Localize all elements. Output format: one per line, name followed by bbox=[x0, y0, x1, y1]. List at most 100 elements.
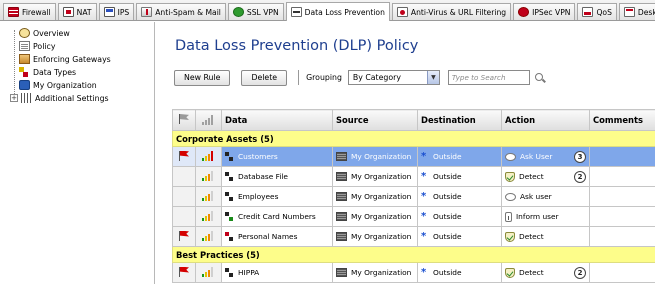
destination-cell[interactable]: * Outside bbox=[417, 206, 502, 227]
action-cell[interactable]: Detect bbox=[501, 226, 590, 247]
table-row[interactable]: Personal Names My Organization * Outside Det… bbox=[172, 226, 655, 247]
toolbar-divider bbox=[298, 70, 300, 85]
count-badge[interactable]: 2 bbox=[574, 266, 586, 279]
action-cell[interactable]: Detect 2 bbox=[501, 166, 590, 187]
destination-cell[interactable]: * Outside bbox=[417, 262, 502, 283]
delete-button[interactable]: Delete bbox=[241, 69, 288, 86]
column-header-data[interactable]: Data bbox=[221, 109, 333, 131]
count-badge[interactable]: 3 bbox=[574, 150, 586, 163]
destination-label: Outside bbox=[433, 172, 462, 181]
group-row[interactable]: Best Practices (5) bbox=[172, 246, 655, 263]
organization-icon bbox=[336, 192, 347, 201]
table-row[interactable]: HIPPA My Organization * Outside Detect 2 bbox=[172, 262, 655, 283]
flag-cell[interactable] bbox=[172, 166, 196, 187]
expand-icon[interactable]: + bbox=[10, 94, 18, 102]
destination-cell[interactable]: * Outside bbox=[417, 166, 502, 187]
action-cell-content: Detect bbox=[505, 231, 586, 242]
comments-cell[interactable] bbox=[589, 166, 655, 187]
group-row[interactable]: Corporate Assets (5) bbox=[172, 130, 655, 147]
data-cell[interactable]: Employees bbox=[221, 186, 333, 207]
source-cell[interactable]: My Organization bbox=[332, 166, 418, 187]
destination-cell[interactable]: * Outside bbox=[417, 146, 502, 167]
flag-cell[interactable] bbox=[172, 206, 196, 227]
source-cell[interactable]: My Organization bbox=[332, 226, 418, 247]
tab-anti-virus[interactable]: Anti-Virus & URL Filtering bbox=[391, 3, 512, 20]
severity-icon bbox=[202, 266, 215, 277]
comments-cell[interactable] bbox=[589, 146, 655, 167]
group-header[interactable]: Best Practices (5) bbox=[172, 246, 655, 263]
flag-column-header[interactable] bbox=[172, 109, 196, 131]
sidebar: Overview Policy Enforcing Gateways Data … bbox=[0, 22, 155, 284]
source-cell[interactable]: My Organization bbox=[332, 186, 418, 207]
source-cell[interactable]: My Organization bbox=[332, 262, 418, 283]
tab-anti-spam[interactable]: Anti-Spam & Mail bbox=[136, 3, 226, 20]
sidebar-item-overview[interactable]: Overview bbox=[19, 27, 70, 39]
search-input[interactable] bbox=[451, 73, 529, 82]
source-cell[interactable]: My Organization bbox=[332, 146, 418, 167]
flag-cell[interactable] bbox=[172, 226, 196, 247]
data-cell[interactable]: HIPPA bbox=[221, 262, 333, 283]
sidebar-item-my-organization[interactable]: My Organization bbox=[19, 79, 97, 91]
tab-bar: Firewall NAT IPS Anti-Spam & Mail SSL VP… bbox=[0, 0, 655, 21]
tab-ips[interactable]: IPS bbox=[98, 3, 135, 20]
action-cell[interactable]: Detect 2 bbox=[501, 262, 590, 283]
sidebar-item-enforcing-gateways[interactable]: Enforcing Gateways bbox=[19, 53, 111, 65]
column-header-source[interactable]: Source bbox=[332, 109, 418, 131]
grouping-select[interactable]: By Category ▼ bbox=[347, 70, 440, 85]
data-cell[interactable]: Database File bbox=[221, 166, 333, 187]
data-cell[interactable]: Personal Names bbox=[221, 226, 333, 247]
comments-cell[interactable] bbox=[589, 186, 655, 207]
tab-firewall[interactable]: Firewall bbox=[3, 3, 56, 20]
severity-column-header[interactable] bbox=[195, 109, 222, 131]
data-cell[interactable]: Customers bbox=[221, 146, 333, 167]
group-header[interactable]: Corporate Assets (5) bbox=[172, 130, 655, 147]
table-row[interactable]: Database File My Organization * Outside Dete… bbox=[172, 166, 655, 187]
asterisk-icon: * bbox=[421, 230, 427, 242]
count-badge[interactable]: 2 bbox=[574, 170, 586, 183]
chevron-down-icon[interactable]: ▼ bbox=[426, 71, 439, 84]
destination-cell[interactable]: * Outside bbox=[417, 226, 502, 247]
column-header-comments[interactable]: Comments bbox=[589, 109, 655, 131]
sidebar-item-label: Additional Settings bbox=[35, 93, 109, 103]
new-rule-button[interactable]: New Rule bbox=[174, 69, 231, 86]
source-cell-content: My Organization bbox=[336, 268, 414, 277]
action-cell[interactable]: Ask user bbox=[501, 186, 590, 207]
table-row[interactable]: Credit Card Numbers My Organization * Outsi… bbox=[172, 206, 655, 227]
column-header-action[interactable]: Action bbox=[501, 109, 590, 131]
flag-cell[interactable] bbox=[172, 262, 196, 283]
action-cell[interactable]: Inform user bbox=[501, 206, 590, 227]
sidebar-item-policy[interactable]: Policy bbox=[19, 40, 55, 52]
sidebar-item-additional-settings[interactable]: + Additional Settings bbox=[10, 92, 109, 104]
source-cell[interactable]: My Organization bbox=[332, 206, 418, 227]
grouping-value: By Category bbox=[352, 73, 401, 82]
flag-cell[interactable] bbox=[172, 146, 196, 167]
data-cell-content: Credit Card Numbers bbox=[225, 212, 329, 221]
data-cell[interactable]: Credit Card Numbers bbox=[221, 206, 333, 227]
data-types-icon bbox=[19, 67, 30, 77]
flag-cell[interactable] bbox=[172, 186, 196, 207]
source-cell-content: My Organization bbox=[336, 152, 414, 161]
asterisk-icon: * bbox=[421, 210, 427, 222]
data-type-icon bbox=[225, 152, 234, 161]
sidebar-item-data-types[interactable]: Data Types bbox=[19, 66, 76, 78]
source-label: My Organization bbox=[351, 268, 412, 277]
destination-cell[interactable]: * Outside bbox=[417, 186, 502, 207]
destination-cell-content: * Outside bbox=[421, 191, 498, 201]
comments-cell[interactable] bbox=[589, 262, 655, 283]
source-cell-content: My Organization bbox=[336, 192, 414, 201]
tab-data-loss-prevention[interactable]: Data Loss Prevention bbox=[285, 2, 390, 21]
search-icon[interactable] bbox=[534, 72, 546, 84]
comments-cell[interactable] bbox=[589, 206, 655, 227]
tab-ssl-vpn[interactable]: SSL VPN bbox=[227, 3, 284, 20]
tab-ipsec-vpn[interactable]: IPSec VPN bbox=[513, 3, 576, 20]
severity-cell bbox=[195, 226, 222, 247]
column-header-destination[interactable]: Destination bbox=[417, 109, 502, 131]
action-cell[interactable]: Ask User 3 bbox=[501, 146, 590, 167]
comments-cell[interactable] bbox=[589, 226, 655, 247]
table-row[interactable]: Customers My Organization * Outside Ask User… bbox=[172, 146, 655, 167]
tab-nat[interactable]: NAT bbox=[57, 3, 97, 20]
tab-qos[interactable]: QoS bbox=[577, 3, 617, 20]
data-label: Database File bbox=[238, 172, 288, 181]
tab-desktop[interactable]: Desktop bbox=[618, 3, 655, 20]
table-row[interactable]: Employees My Organization * Outside Ask user bbox=[172, 186, 655, 207]
